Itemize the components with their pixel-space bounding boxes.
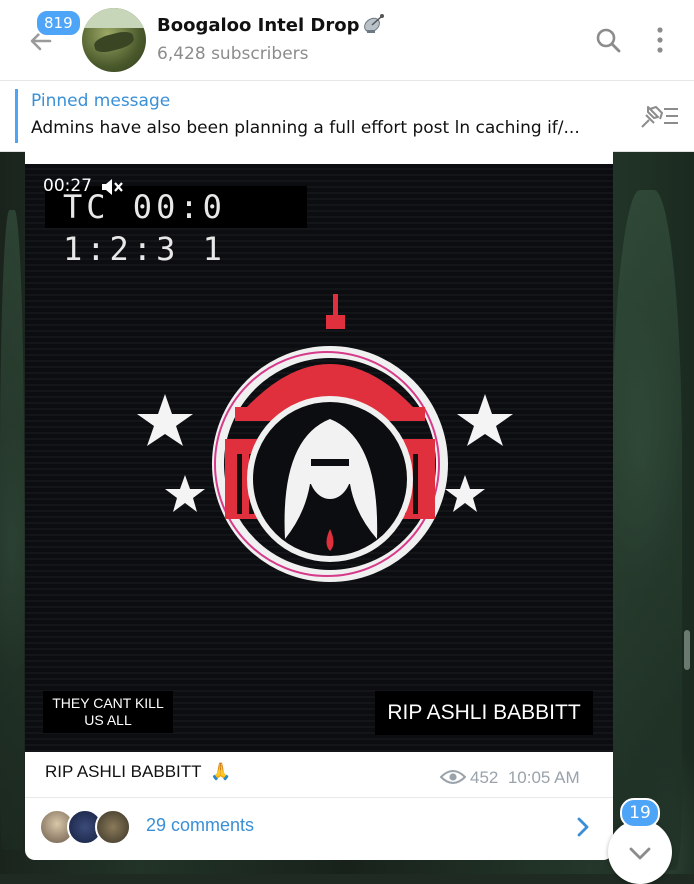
channel-title[interactable]: Boogaloo Intel Drop xyxy=(157,13,387,36)
previous-content-strip xyxy=(25,150,613,164)
scroll-unread-badge: 19 xyxy=(620,798,660,828)
message-text: RIP ASHLI BABBITT 🙏 xyxy=(45,762,231,782)
channel-avatar[interactable] xyxy=(82,8,146,72)
video-player[interactable]: TC 00:0 1:2:3 1 00:27 THEY CANT KILL US … xyxy=(25,164,613,752)
channel-header: 819 Boogaloo Intel Drop 6,428 subscriber… xyxy=(0,0,694,81)
scrollbar[interactable] xyxy=(684,630,690,670)
view-count: 452 xyxy=(470,768,499,787)
tree-silhouette xyxy=(0,210,24,850)
scroll-to-bottom-button[interactable] xyxy=(608,820,672,884)
message-meta: 452 10:05 AM xyxy=(440,768,580,788)
satellite-dish-icon xyxy=(364,14,385,33)
channel-name: Boogaloo Intel Drop xyxy=(157,15,360,36)
pinned-indicator xyxy=(15,89,18,143)
search-icon[interactable] xyxy=(594,26,622,54)
overlay-caption-left: THEY CANT KILL US ALL xyxy=(43,691,173,733)
eye-icon xyxy=(440,770,466,784)
capitol-memorial-logo xyxy=(137,294,513,582)
message-body: RIP ASHLI BABBITT xyxy=(45,762,202,781)
pin-list-icon[interactable] xyxy=(638,103,682,131)
subscriber-count: 6,428 subscribers xyxy=(157,44,309,64)
overlay-caption-right: RIP ASHLI BABBITT xyxy=(375,691,593,735)
unread-badge: 819 xyxy=(35,9,82,37)
message-time: 10:05 AM xyxy=(507,768,580,787)
commenter-avatars[interactable] xyxy=(39,809,135,845)
more-vertical-icon[interactable] xyxy=(650,24,670,56)
mute-icon[interactable] xyxy=(100,176,124,198)
overlay-left-line1: THEY CANT KILL xyxy=(52,695,164,711)
chevron-right-icon[interactable] xyxy=(575,815,591,839)
overlay-left-line2: US ALL xyxy=(84,712,132,728)
pinned-message-bar[interactable]: Pinned message Admins have also been pla… xyxy=(0,81,694,152)
pinned-label: Pinned message xyxy=(31,91,171,111)
video-duration: 00:27 xyxy=(43,176,92,196)
pinned-text: Admins have also been planning a full ef… xyxy=(31,118,580,138)
tree-silhouette xyxy=(612,190,682,870)
chevron-down-icon xyxy=(629,847,651,860)
comments-link[interactable]: 29 comments xyxy=(146,815,254,836)
pray-emoji: 🙏 xyxy=(209,762,232,781)
commenter-avatar xyxy=(95,809,131,845)
comments-divider xyxy=(25,797,613,798)
